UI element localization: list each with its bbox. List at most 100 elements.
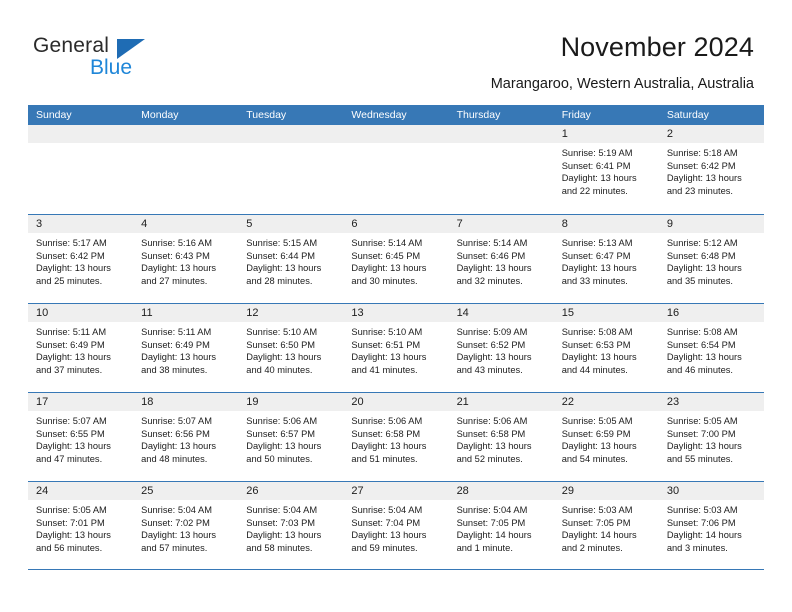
day-number: 22: [553, 393, 659, 411]
day-cell[interactable]: 9 Sunrise: 5:12 AM Sunset: 6:48 PM Dayli…: [658, 215, 764, 303]
sunrise-text: Sunrise: 5:10 AM: [246, 327, 318, 337]
sunrise-text: Sunrise: 5:06 AM: [456, 416, 528, 426]
weekday-header-wednesday: Wednesday: [351, 109, 407, 121]
daylight-text: Daylight: 13 hours and 41 minutes.: [351, 352, 427, 375]
day-details: Sunrise: 5:06 AM Sunset: 6:58 PM Dayligh…: [343, 411, 448, 465]
sunrise-text: Sunrise: 5:05 AM: [36, 505, 107, 515]
day-details: Sunrise: 5:06 AM Sunset: 6:58 PM Dayligh…: [449, 411, 554, 465]
sunrise-text: Sunrise: 5:03 AM: [561, 505, 633, 515]
day-cell[interactable]: 5 Sunrise: 5:15 AM Sunset: 6:44 PM Dayli…: [238, 215, 344, 303]
daylight-text: Daylight: 13 hours and 40 minutes.: [246, 352, 322, 375]
day-number: 25: [133, 482, 239, 500]
sunrise-text: Sunrise: 5:05 AM: [666, 416, 738, 426]
week-row: 10 Sunrise: 5:11 AM Sunset: 6:49 PM Dayl…: [28, 303, 764, 392]
day-cell[interactable]: 6 Sunrise: 5:14 AM Sunset: 6:45 PM Dayli…: [343, 215, 449, 303]
sunrise-text: Sunrise: 5:16 AM: [141, 238, 212, 248]
day-cell[interactable]: 18 Sunrise: 5:07 AM Sunset: 6:56 PM Dayl…: [133, 393, 239, 481]
daylight-text: Daylight: 13 hours and 43 minutes.: [456, 352, 532, 375]
daylight-text: Daylight: 13 hours and 58 minutes.: [246, 530, 322, 553]
day-cell[interactable]: 10 Sunrise: 5:11 AM Sunset: 6:49 PM Dayl…: [28, 304, 134, 392]
day-cell[interactable]: 3 Sunrise: 5:17 AM Sunset: 6:42 PM Dayli…: [28, 215, 134, 303]
daylight-text: Daylight: 13 hours and 27 minutes.: [141, 263, 217, 286]
day-cell[interactable]: 14 Sunrise: 5:09 AM Sunset: 6:52 PM Dayl…: [448, 304, 554, 392]
calendar-page: General Blue November 2024 Marangaroo, W…: [0, 0, 792, 612]
day-cell[interactable]: 22 Sunrise: 5:05 AM Sunset: 6:59 PM Dayl…: [553, 393, 659, 481]
sunrise-text: Sunrise: 5:15 AM: [246, 238, 318, 248]
sunrise-text: Sunrise: 5:04 AM: [141, 505, 212, 515]
day-cell[interactable]: 23 Sunrise: 5:05 AM Sunset: 7:00 PM Dayl…: [658, 393, 764, 481]
day-cell[interactable]: 12 Sunrise: 5:10 AM Sunset: 6:50 PM Dayl…: [238, 304, 344, 392]
day-number: 14: [448, 304, 554, 322]
sunset-text: Sunset: 6:44 PM: [246, 250, 316, 261]
day-cell[interactable]: 16 Sunrise: 5:08 AM Sunset: 6:54 PM Dayl…: [658, 304, 764, 392]
day-cell[interactable]: 26 Sunrise: 5:04 AM Sunset: 7:03 PM Dayl…: [238, 482, 344, 569]
daylight-text: Daylight: 13 hours and 47 minutes.: [36, 441, 111, 464]
week-row: 17 Sunrise: 5:07 AM Sunset: 6:55 PM Dayl…: [28, 392, 764, 481]
sunrise-text: Sunrise: 5:07 AM: [141, 416, 212, 426]
day-cell[interactable]: 25 Sunrise: 5:04 AM Sunset: 7:02 PM Dayl…: [133, 482, 239, 569]
day-cell[interactable]: 19 Sunrise: 5:06 AM Sunset: 6:57 PM Dayl…: [238, 393, 344, 481]
day-cell[interactable]: 11 Sunrise: 5:11 AM Sunset: 6:49 PM Dayl…: [133, 304, 239, 392]
daylight-text: Daylight: 13 hours and 59 minutes.: [351, 530, 427, 553]
day-details: Sunrise: 5:08 AM Sunset: 6:53 PM Dayligh…: [554, 322, 659, 376]
sunset-text: Sunset: 6:43 PM: [141, 250, 210, 261]
day-cell[interactable]: 8 Sunrise: 5:13 AM Sunset: 6:47 PM Dayli…: [553, 215, 659, 303]
sunset-text: Sunset: 6:49 PM: [36, 339, 105, 350]
day-cell[interactable]: 21 Sunrise: 5:06 AM Sunset: 6:58 PM Dayl…: [448, 393, 554, 481]
sunset-text: Sunset: 7:06 PM: [666, 517, 736, 528]
page-header: General Blue November 2024 Marangaroo, W…: [0, 0, 792, 100]
page-title: November 2024: [560, 32, 754, 62]
sunset-text: Sunset: 6:47 PM: [561, 250, 631, 261]
day-cell-empty: [343, 125, 449, 214]
day-number: 29: [553, 482, 659, 500]
sunrise-text: Sunrise: 5:19 AM: [561, 148, 633, 158]
day-details: Sunrise: 5:03 AM Sunset: 7:06 PM Dayligh…: [659, 500, 764, 554]
day-number: [238, 125, 344, 143]
sunset-text: Sunset: 6:54 PM: [666, 339, 736, 350]
daylight-text: Daylight: 14 hours and 3 minutes.: [666, 530, 742, 553]
sunrise-text: Sunrise: 5:11 AM: [36, 327, 107, 337]
day-cell[interactable]: 13 Sunrise: 5:10 AM Sunset: 6:51 PM Dayl…: [343, 304, 449, 392]
day-cell[interactable]: 17 Sunrise: 5:07 AM Sunset: 6:55 PM Dayl…: [28, 393, 134, 481]
day-number: [448, 125, 554, 143]
brand-name-general: General: [33, 34, 110, 57]
weekday-header-monday: Monday: [141, 109, 179, 121]
day-number: 10: [28, 304, 134, 322]
day-cell[interactable]: 27 Sunrise: 5:04 AM Sunset: 7:04 PM Dayl…: [343, 482, 449, 569]
sunrise-text: Sunrise: 5:05 AM: [561, 416, 633, 426]
sunrise-text: Sunrise: 5:04 AM: [246, 505, 318, 515]
day-details: Sunrise: 5:07 AM Sunset: 6:55 PM Dayligh…: [28, 411, 133, 465]
day-details: Sunrise: 5:06 AM Sunset: 6:57 PM Dayligh…: [238, 411, 343, 465]
day-cell[interactable]: 28 Sunrise: 5:04 AM Sunset: 7:05 PM Dayl…: [448, 482, 554, 569]
sunset-text: Sunset: 7:00 PM: [666, 428, 736, 439]
day-cell[interactable]: 4 Sunrise: 5:16 AM Sunset: 6:43 PM Dayli…: [133, 215, 239, 303]
day-cell[interactable]: 20 Sunrise: 5:06 AM Sunset: 6:58 PM Dayl…: [343, 393, 449, 481]
day-cell[interactable]: 24 Sunrise: 5:05 AM Sunset: 7:01 PM Dayl…: [28, 482, 134, 569]
day-number: [343, 125, 449, 143]
sunrise-text: Sunrise: 5:12 AM: [666, 238, 738, 248]
sunrise-text: Sunrise: 5:13 AM: [561, 238, 633, 248]
day-cell[interactable]: 15 Sunrise: 5:08 AM Sunset: 6:53 PM Dayl…: [553, 304, 659, 392]
day-cell[interactable]: 1 Sunrise: 5:19 AM Sunset: 6:41 PM Dayli…: [553, 125, 659, 214]
weekday-header-sunday: Sunday: [36, 109, 72, 121]
day-cell-empty: [238, 125, 344, 214]
day-number: 27: [343, 482, 449, 500]
sunset-text: Sunset: 6:42 PM: [666, 160, 736, 171]
sunset-text: Sunset: 6:58 PM: [351, 428, 421, 439]
brand-logo[interactable]: General Blue: [33, 34, 213, 84]
day-number: [133, 125, 239, 143]
sunrise-text: Sunrise: 5:17 AM: [36, 238, 107, 248]
sunset-text: Sunset: 6:46 PM: [456, 250, 526, 261]
day-details: Sunrise: 5:04 AM Sunset: 7:04 PM Dayligh…: [343, 500, 448, 554]
day-number: 8: [553, 215, 659, 233]
daylight-text: Daylight: 13 hours and 51 minutes.: [351, 441, 427, 464]
day-cell[interactable]: 30 Sunrise: 5:03 AM Sunset: 7:06 PM Dayl…: [658, 482, 764, 569]
day-details: Sunrise: 5:11 AM Sunset: 6:49 PM Dayligh…: [133, 322, 238, 376]
sunset-text: Sunset: 7:02 PM: [141, 517, 210, 528]
day-cell[interactable]: 7 Sunrise: 5:14 AM Sunset: 6:46 PM Dayli…: [448, 215, 554, 303]
day-details: Sunrise: 5:09 AM Sunset: 6:52 PM Dayligh…: [449, 322, 554, 376]
sunset-text: Sunset: 6:48 PM: [666, 250, 736, 261]
sunset-text: Sunset: 6:52 PM: [456, 339, 526, 350]
day-cell[interactable]: 29 Sunrise: 5:03 AM Sunset: 7:05 PM Dayl…: [553, 482, 659, 569]
day-cell[interactable]: 2 Sunrise: 5:18 AM Sunset: 6:42 PM Dayli…: [658, 125, 764, 214]
